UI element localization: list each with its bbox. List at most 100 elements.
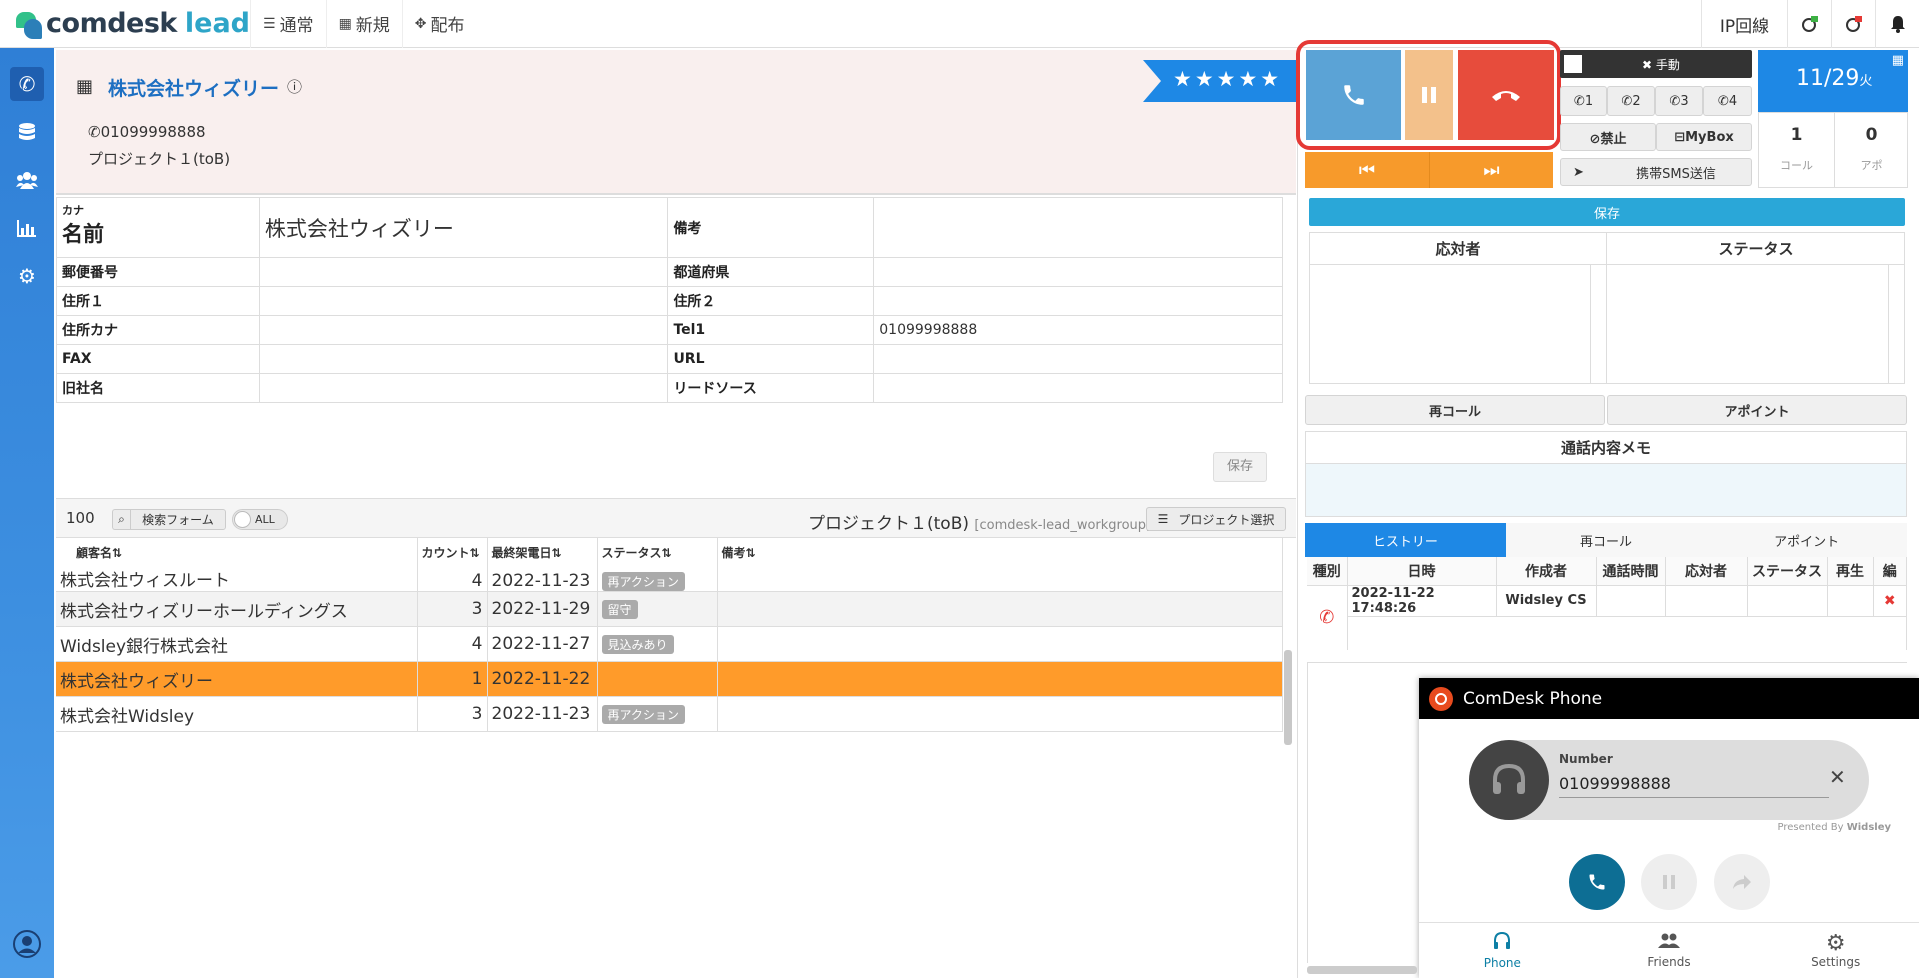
col-count[interactable]: カウント⇅ — [417, 538, 488, 566]
sidebar-settings[interactable]: ⚙ — [0, 252, 54, 300]
line-2-button[interactable]: ✆ 2 — [1607, 86, 1655, 116]
status-red-icon[interactable] — [1831, 0, 1875, 48]
nav-distribute[interactable]: ✥ 配布 — [401, 0, 477, 48]
clear-icon[interactable]: ✕ — [1829, 765, 1846, 789]
app-logo[interactable]: comdesk lead — [0, 8, 250, 39]
sidebar-account[interactable] — [0, 920, 54, 968]
note-field[interactable] — [873, 197, 1283, 258]
nav-new[interactable]: ▦ 新規 — [325, 0, 402, 48]
ban-button[interactable]: ⊘禁止 — [1560, 123, 1656, 151]
address-kana-field[interactable] — [258, 315, 669, 345]
widget-transfer-button[interactable] — [1714, 854, 1770, 910]
rating-ribbon[interactable]: ★★★★★ — [1143, 60, 1299, 102]
bell-icon[interactable] — [1875, 0, 1919, 48]
right-save-button[interactable]: 保存 — [1309, 198, 1905, 226]
delete-icon[interactable]: ✖ — [1873, 585, 1907, 616]
prefecture-field[interactable] — [873, 257, 1283, 287]
widget-tab-phone[interactable]: Phone — [1419, 923, 1586, 978]
right-panel-scrollbar[interactable] — [1307, 966, 1417, 974]
name-field[interactable]: 株式会社ウィズリー — [258, 197, 669, 258]
widget-hold-button[interactable] — [1641, 854, 1697, 910]
lead-source-field[interactable] — [873, 373, 1283, 403]
url-field[interactable] — [873, 344, 1283, 374]
table-row[interactable]: 株式会社ウィスルート 4 2022-11-23 再アクション — [56, 566, 1283, 592]
appointment-button[interactable]: アポイント — [1607, 395, 1907, 425]
widget-header: ComDesk Phone — [1419, 678, 1919, 719]
inbox-icon: ⊟ — [1674, 129, 1686, 145]
search-icon[interactable]: ⌕ — [112, 509, 130, 530]
address2-label: 住所２ — [667, 286, 875, 316]
list-scrollbar[interactable] — [1284, 650, 1292, 745]
tab-appointment[interactable]: アポイント — [1706, 523, 1908, 557]
previous-button[interactable]: ⏮ — [1305, 152, 1430, 188]
lead-source-label: リードソース — [667, 373, 875, 403]
postal-label: 郵便番号 — [56, 257, 260, 287]
company-phone[interactable]: ✆01099998888 — [88, 123, 206, 141]
tab-recall[interactable]: 再コール — [1505, 523, 1707, 557]
status-list[interactable] — [1607, 265, 1888, 383]
detail-save-button[interactable]: 保存 — [1213, 452, 1267, 482]
mybox-button[interactable]: ⊟ MyBox — [1656, 123, 1752, 151]
row-name: 株式会社Widsley — [56, 696, 418, 732]
sms-button[interactable]: ➤ 携帯SMS送信 — [1560, 158, 1752, 186]
sidebar-database[interactable] — [0, 108, 54, 156]
table-row[interactable]: Widsley銀行株式会社 4 2022-11-27 見込みあり — [56, 626, 1283, 662]
address2-field[interactable] — [873, 286, 1283, 316]
call-count: 1 — [1790, 125, 1803, 145]
settings-icon: ⚙ — [1825, 930, 1846, 956]
ip-line-button[interactable]: IP回線 — [1701, 0, 1787, 48]
project-select-button[interactable]: ☰ プロジェクト選択 — [1146, 507, 1286, 531]
nav-distribute-label: 配布 — [430, 16, 465, 36]
line-4-button[interactable]: ✆ 4 — [1703, 86, 1752, 116]
recall-button[interactable]: 再コール — [1305, 395, 1605, 425]
number-label: Number — [1559, 752, 1613, 766]
sidebar-chart[interactable] — [0, 204, 54, 252]
calendar-icon[interactable]: ▦ — [1892, 53, 1904, 68]
number-input[interactable]: 01099998888 — [1559, 770, 1829, 798]
info-icon[interactable]: ⓘ — [287, 76, 302, 97]
company-name[interactable]: 株式会社ウィズリー — [108, 74, 279, 101]
table-row-selected[interactable]: 株式会社ウィズリー 1 2022-11-22 — [56, 661, 1283, 697]
fax-field[interactable] — [258, 344, 669, 374]
widget-call-button[interactable] — [1569, 854, 1625, 910]
sidebar-users[interactable] — [0, 156, 54, 204]
widget-tab-settings[interactable]: ⚙ Settings — [1752, 923, 1919, 978]
hist-responder — [1665, 585, 1748, 616]
hist-play[interactable] — [1827, 585, 1874, 616]
col-note[interactable]: 備考⇅ — [717, 538, 1283, 566]
former-name-field[interactable] — [258, 373, 669, 403]
next-button[interactable]: ⏭ — [1430, 152, 1553, 188]
responder-list[interactable] — [1310, 265, 1590, 383]
list-workgroup: [comdesk-lead_workgroup] — [974, 518, 1152, 533]
call-memo-textarea[interactable] — [1306, 464, 1906, 516]
search-form-button[interactable]: 検索フォーム — [130, 509, 226, 530]
all-toggle[interactable]: ALL — [232, 509, 288, 530]
postal-field[interactable] — [258, 257, 669, 287]
tel1-field[interactable]: 01099998888 — [873, 315, 1283, 345]
fax-label: FAX — [56, 344, 260, 374]
tab-history[interactable]: ヒストリー — [1305, 523, 1506, 557]
widget-tab-friends[interactable]: Friends — [1586, 923, 1753, 978]
col-customer-name[interactable]: 顧客名⇅ — [56, 538, 418, 566]
table-row[interactable]: 株式会社ウィズリーホールディングス 3 2022-11-29 留守 — [56, 591, 1283, 627]
manual-checkbox[interactable] — [1564, 55, 1582, 73]
address1-field[interactable] — [258, 286, 669, 316]
outgoing-call-icon: ✆ — [1307, 585, 1348, 650]
hist-creator: Widsley CS — [1496, 585, 1597, 616]
col-last-call[interactable]: 最終架電日⇅ — [487, 538, 598, 566]
hist-col-edit: 編 — [1873, 557, 1907, 586]
history-row[interactable]: ✆ 2022-11-22 17:48:26 Widsley CS ✖ — [1307, 585, 1907, 650]
line-3-button[interactable]: ✆ 3 — [1655, 86, 1703, 116]
row-note — [717, 696, 1283, 732]
status-green-icon[interactable] — [1787, 0, 1831, 48]
customer-list-table: 顧客名⇅ カウント⇅ 最終架電日⇅ ステータス⇅ 備考⇅ 株式会社ウィスルート … — [56, 538, 1283, 732]
sidebar-phone[interactable]: ✆ — [0, 60, 54, 108]
col-status[interactable]: ステータス⇅ — [597, 538, 718, 566]
all-toggle-label: ALL — [255, 513, 275, 526]
table-row[interactable]: 株式会社Widsley 3 2022-11-23 再アクション — [56, 696, 1283, 732]
nav-normal[interactable]: ☰ 通常 — [250, 0, 326, 48]
grid-icon: ▦ — [338, 15, 352, 32]
building-icon: ▦ — [76, 76, 94, 97]
manual-toggle[interactable]: ✖ 手動 — [1560, 50, 1752, 78]
line-1-button[interactable]: ✆ 1 — [1560, 86, 1607, 116]
